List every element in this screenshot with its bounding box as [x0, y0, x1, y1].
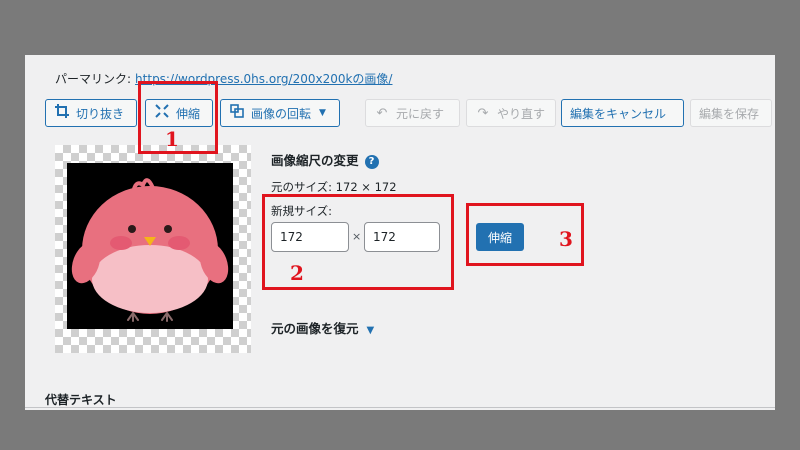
- cancel-edit-button[interactable]: 編集をキャンセル: [561, 99, 684, 127]
- divider: [25, 407, 775, 408]
- pink-chick-illustration: [71, 178, 229, 322]
- annotation-number-1: 1: [165, 127, 179, 151]
- original-size-text: 元のサイズ: 172 × 172: [271, 180, 397, 194]
- caret-down-icon: ▼: [366, 325, 375, 336]
- save-edit-button[interactable]: 編集を保存: [690, 99, 772, 127]
- cancel-label: 編集をキャンセル: [570, 106, 667, 121]
- annotation-number-3: 3: [559, 227, 573, 251]
- undo-icon: ↶: [376, 105, 388, 121]
- annotation-number-2: 2: [290, 261, 304, 285]
- restore-original-toggle[interactable]: 元の画像を復元 ▼: [271, 318, 374, 337]
- scale-title-text: 画像縮尺の変更: [271, 153, 359, 168]
- rotate-button[interactable]: 画像の回転 ▼: [220, 99, 340, 127]
- scale-section-title: 画像縮尺の変更?: [271, 150, 379, 169]
- image-preview-area: [55, 145, 251, 353]
- redo-label: やり直す: [497, 106, 546, 121]
- image-preview: [67, 163, 233, 329]
- save-label: 編集を保存: [699, 106, 760, 121]
- redo-button[interactable]: ↷ やり直す: [466, 99, 556, 127]
- chevron-down-icon: ▼: [319, 108, 326, 118]
- alt-text-label: 代替テキスト: [45, 393, 117, 407]
- crop-label: 切り抜き: [76, 106, 125, 121]
- undo-button[interactable]: ↶ 元に戻す: [365, 99, 460, 127]
- redo-icon: ↷: [477, 105, 489, 121]
- undo-label: 元に戻す: [396, 106, 445, 121]
- permalink-label: パーマリンク:: [55, 72, 132, 86]
- rotate-label: 画像の回転: [251, 106, 312, 121]
- crop-icon: [54, 104, 70, 122]
- rotate-icon: [229, 104, 245, 122]
- restore-label: 元の画像を復元: [271, 321, 359, 336]
- help-icon[interactable]: ?: [364, 154, 379, 169]
- permalink: パーマリンク: https://wordpress.0hs.org/200x200…: [55, 70, 392, 87]
- crop-button[interactable]: 切り抜き: [45, 99, 137, 127]
